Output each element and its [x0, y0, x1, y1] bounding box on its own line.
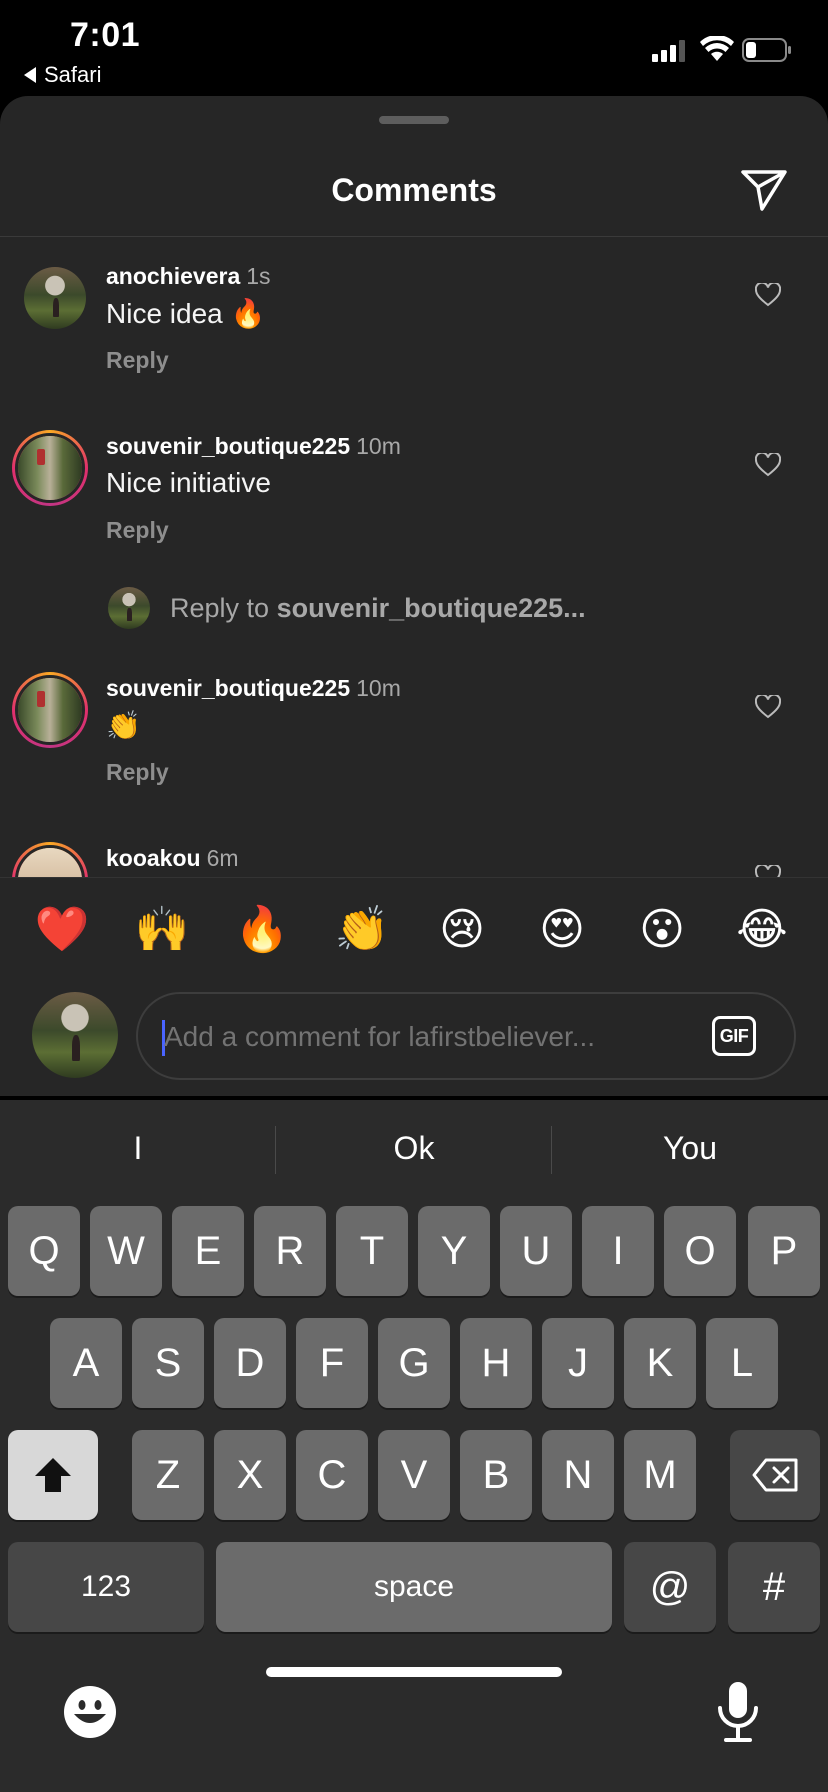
avatar-story-ring[interactable] — [12, 430, 88, 506]
comment-list[interactable]: anochievera 1s Nice idea 🔥 Reply souvenir… — [0, 237, 828, 877]
comment-item: anochievera 1s Nice idea 🔥 Reply — [0, 237, 828, 387]
key-m[interactable]: M — [624, 1430, 696, 1520]
battery-icon — [742, 38, 791, 62]
key-h[interactable]: H — [460, 1318, 532, 1408]
key-a[interactable]: A — [50, 1318, 122, 1408]
cellular-signal-icon — [652, 40, 685, 62]
comments-sheet: Comments anochievera 1s Nice idea 🔥 Reply… — [0, 96, 828, 1096]
key-w[interactable]: W — [90, 1206, 162, 1296]
backspace-icon — [752, 1458, 798, 1492]
avatar[interactable] — [24, 267, 86, 329]
emoji-clap-button[interactable]: 👏 — [334, 904, 390, 956]
wifi-icon — [700, 36, 734, 61]
key-z[interactable]: Z — [132, 1430, 204, 1520]
current-user-avatar — [32, 992, 118, 1078]
comment-composer: GIF — [0, 976, 828, 1096]
heart-icon[interactable] — [755, 283, 781, 307]
back-app-label: Safari — [44, 62, 102, 87]
emoji-crying-button[interactable]: 😢 — [434, 904, 490, 956]
quick-emoji-bar: ❤️ 🙌 🔥 👏 😢 😍 😮 😂 — [0, 877, 828, 977]
key-r[interactable]: R — [254, 1206, 326, 1296]
key-t[interactable]: T — [336, 1206, 408, 1296]
microphone-icon[interactable] — [714, 1680, 762, 1746]
key-p[interactable]: P — [748, 1206, 820, 1296]
key-k[interactable]: K — [624, 1318, 696, 1408]
emoji-heart-button[interactable]: ❤️ — [34, 904, 90, 956]
at-key[interactable]: @ — [624, 1542, 716, 1632]
reply-button[interactable]: Reply — [106, 347, 169, 374]
keyboard: I Ok You Q W E R T Y U I O P A S D F G H… — [0, 1100, 828, 1792]
heart-icon[interactable] — [755, 453, 781, 477]
comment-text: Nice idea 🔥 — [106, 298, 266, 329]
status-time: 7:01 — [70, 16, 141, 54]
avatar — [108, 587, 150, 629]
comment-time: 10m — [356, 675, 401, 701]
avatar-story-ring[interactable] — [12, 842, 88, 877]
key-s[interactable]: S — [132, 1318, 204, 1408]
reply-prompt-prefix: Reply to — [170, 593, 270, 623]
key-b[interactable]: B — [460, 1430, 532, 1520]
key-j[interactable]: J — [542, 1318, 614, 1408]
reply-prompt-username: souvenir_boutique225... — [276, 593, 586, 623]
comment-username[interactable]: souvenir_boutique225 — [106, 675, 350, 701]
shift-arrow-icon — [35, 1458, 71, 1492]
key-e[interactable]: E — [172, 1206, 244, 1296]
key-g[interactable]: G — [378, 1318, 450, 1408]
emoji-surprised-button[interactable]: 😮 — [634, 904, 690, 956]
key-q[interactable]: Q — [8, 1206, 80, 1296]
shift-key[interactable] — [8, 1430, 98, 1520]
key-n[interactable]: N — [542, 1430, 614, 1520]
emoji-heart-eyes-button[interactable]: 😍 — [534, 904, 590, 956]
comment-username[interactable]: kooakou — [106, 845, 201, 871]
key-o[interactable]: O — [664, 1206, 736, 1296]
comment-item: souvenir_boutique225 10m 👏 Reply — [0, 649, 828, 799]
comment-username[interactable]: souvenir_boutique225 — [106, 433, 350, 459]
emoji-laughing-button[interactable]: 😂 — [734, 904, 790, 956]
status-bar: 7:01 Safari — [0, 0, 828, 96]
comment-time: 6m — [206, 845, 239, 871]
space-key[interactable]: space — [216, 1542, 612, 1632]
key-v[interactable]: V — [378, 1430, 450, 1520]
avatar-story-ring[interactable] — [12, 672, 88, 748]
comment-text: 👏 — [106, 710, 141, 741]
key-i[interactable]: I — [582, 1206, 654, 1296]
reply-button[interactable]: Reply — [106, 759, 169, 786]
comment-text: Nice initiative — [106, 467, 271, 498]
paper-plane-icon[interactable] — [740, 168, 788, 212]
key-d[interactable]: D — [214, 1318, 286, 1408]
key-l[interactable]: L — [706, 1318, 778, 1408]
key-u[interactable]: U — [500, 1206, 572, 1296]
suggestion-1[interactable]: I — [0, 1100, 276, 1196]
gif-button[interactable]: GIF — [712, 1016, 756, 1056]
back-to-app-link[interactable]: Safari — [24, 62, 101, 88]
comment-time: 10m — [356, 433, 401, 459]
home-indicator[interactable] — [266, 1667, 562, 1677]
comment-time: 1s — [246, 263, 271, 289]
comment-input[interactable] — [164, 1012, 684, 1062]
key-f[interactable]: F — [296, 1318, 368, 1408]
heart-icon[interactable] — [755, 865, 781, 877]
emoji-raised-hands-button[interactable]: 🙌 — [134, 904, 190, 956]
suggestion-3[interactable]: You — [552, 1100, 828, 1196]
emoji-keyboard-icon[interactable] — [62, 1684, 118, 1740]
suggestion-2[interactable]: Ok — [276, 1100, 552, 1196]
comment-item: kooakou 6m — [0, 819, 828, 877]
reply-prompt[interactable]: Reply to souvenir_boutique225... — [0, 577, 828, 637]
comment-username[interactable]: anochievera — [106, 263, 240, 289]
numbers-key[interactable]: 123 — [8, 1542, 204, 1632]
emoji-fire-button[interactable]: 🔥 — [234, 904, 290, 956]
heart-icon[interactable] — [755, 695, 781, 719]
sheet-grabber[interactable] — [379, 116, 449, 124]
page-title: Comments — [331, 172, 497, 208]
key-x[interactable]: X — [214, 1430, 286, 1520]
reply-button[interactable]: Reply — [106, 517, 169, 544]
hash-key[interactable]: # — [728, 1542, 820, 1632]
comment-input-container[interactable]: GIF — [136, 992, 796, 1080]
back-arrow-icon — [24, 67, 36, 83]
key-c[interactable]: C — [296, 1430, 368, 1520]
key-y[interactable]: Y — [418, 1206, 490, 1296]
comment-item: souvenir_boutique225 10m Nice initiative … — [0, 407, 828, 557]
backspace-key[interactable] — [730, 1430, 820, 1520]
